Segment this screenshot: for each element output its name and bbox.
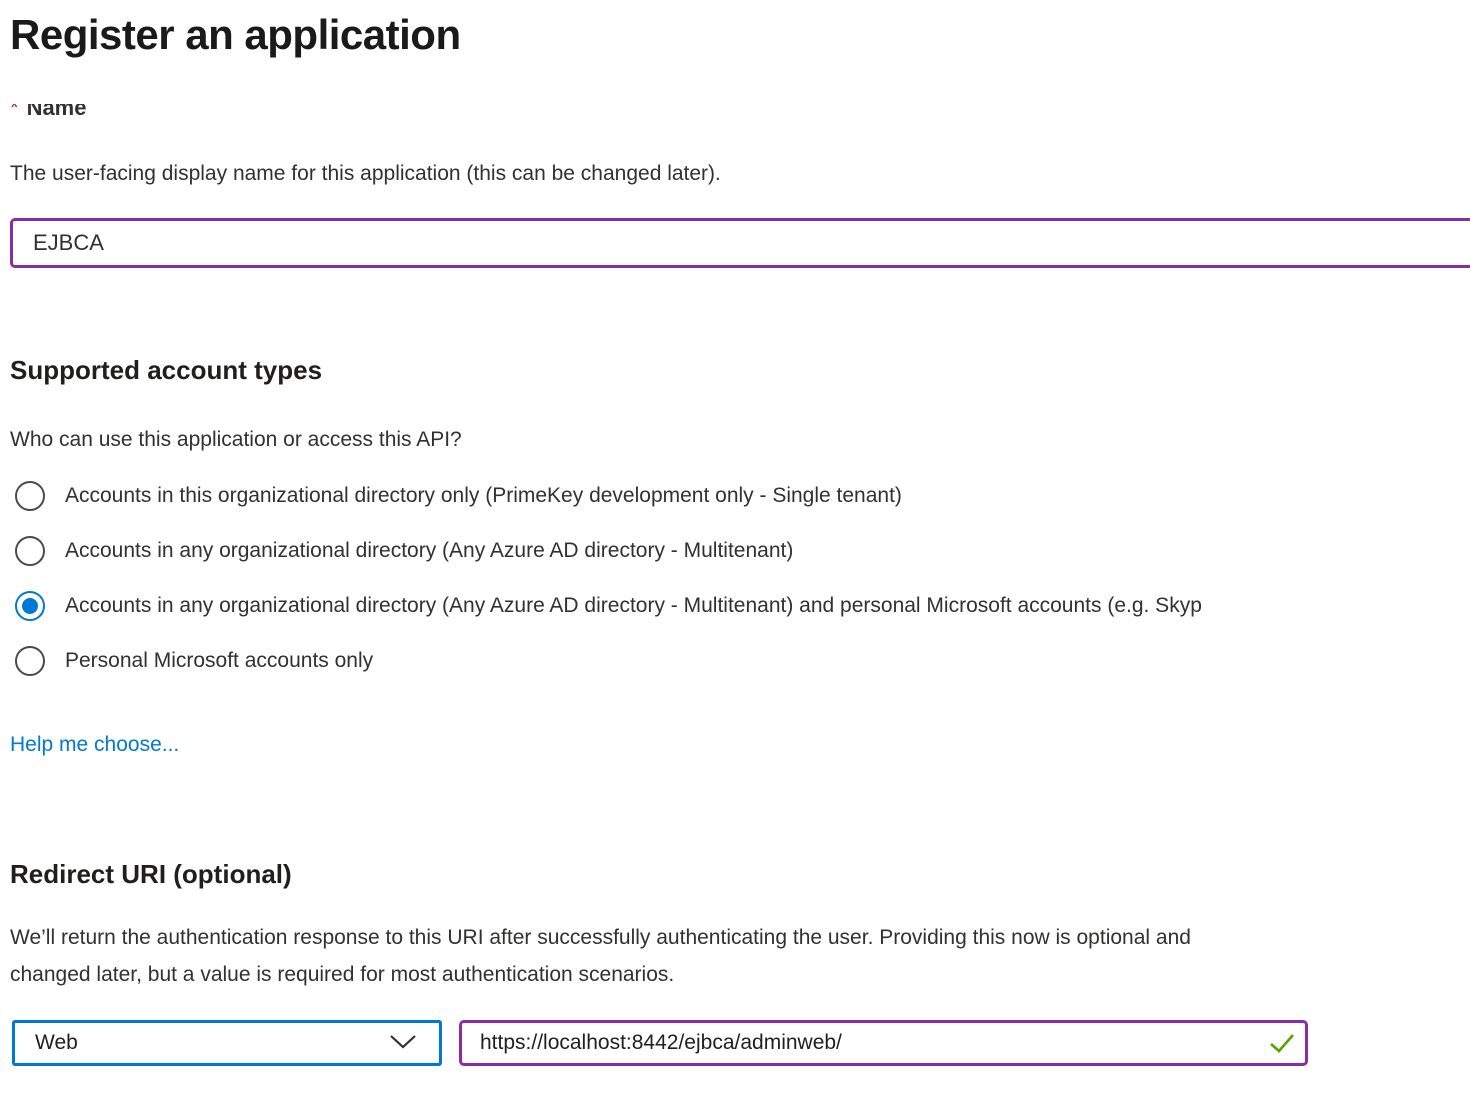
platform-select-value: Web	[35, 1031, 78, 1055]
redirect-uri-description: We’ll return the authentication response…	[10, 919, 1470, 993]
name-field-description: The user-facing display name for this ap…	[10, 160, 1470, 187]
platform-select[interactable]: Web	[12, 1020, 442, 1066]
valid-checkmark-icon	[1269, 1032, 1295, 1059]
name-field-label-clipped: * Name	[10, 104, 1470, 127]
redirect-uri-heading: Redirect URI (optional)	[10, 857, 1470, 891]
radio-button-icon[interactable]	[15, 536, 45, 566]
help-me-choose-link[interactable]: Help me choose...	[10, 733, 179, 757]
redirect-uri-controls: Web	[12, 1020, 1470, 1066]
account-type-radio-group: Accounts in this organizational director…	[15, 480, 1470, 677]
account-type-option-label: Accounts in any organizational directory…	[65, 594, 1202, 618]
radio-button-icon[interactable]	[15, 591, 45, 621]
page-title: Register an application	[10, 8, 1470, 62]
account-type-option[interactable]: Accounts in this organizational director…	[15, 480, 1470, 512]
account-type-option-label: Accounts in this organizational director…	[65, 484, 902, 508]
name-label-text: Name	[27, 104, 87, 120]
radio-button-icon[interactable]	[15, 646, 45, 676]
redirect-uri-field-wrap	[459, 1020, 1308, 1066]
chevron-down-icon	[389, 1031, 417, 1055]
supported-account-types-heading: Supported account types	[10, 353, 1470, 387]
account-types-question: Who can use this application or access t…	[10, 426, 1470, 453]
account-type-option-label: Personal Microsoft accounts only	[65, 649, 373, 673]
radio-button-icon[interactable]	[15, 481, 45, 511]
account-type-option[interactable]: Personal Microsoft accounts only	[15, 645, 1470, 677]
redirect-uri-input[interactable]	[459, 1020, 1308, 1066]
name-field-label: * Name	[10, 104, 1470, 125]
app-name-input[interactable]	[10, 218, 1470, 268]
account-type-option-label: Accounts in any organizational directory…	[65, 539, 793, 563]
account-type-option[interactable]: Accounts in any organizational directory…	[15, 535, 1470, 567]
redirect-uri-description-line1: We’ll return the authentication response…	[10, 919, 1470, 956]
required-asterisk: *	[10, 104, 19, 120]
account-type-option[interactable]: Accounts in any organizational directory…	[15, 590, 1470, 622]
redirect-uri-description-line2: changed later, but a value is required f…	[10, 956, 1470, 993]
